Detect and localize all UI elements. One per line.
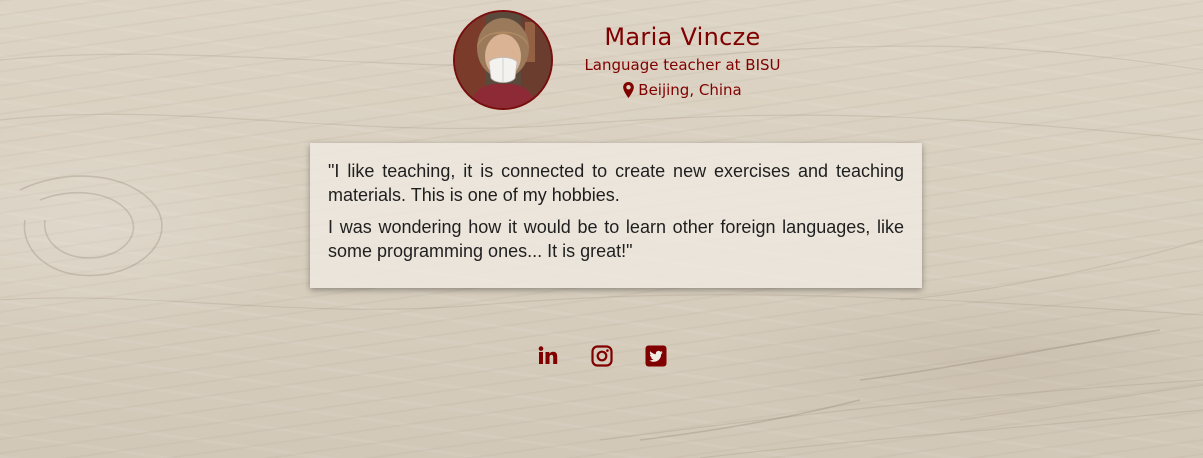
linkedin-icon [538,346,557,364]
instagram-link[interactable] [590,345,613,367]
instagram-icon [590,345,613,367]
profile-location: Beijing, China [560,79,805,101]
map-pin-icon [623,82,635,98]
profile-identity: Maria Vincze Language teacher at BISU Be… [560,22,805,101]
quote-paragraph-1: "I like teaching, it is connected to cre… [328,161,904,205]
avatar [453,10,553,110]
location-text: Beijing, China [638,81,742,99]
profile-role: Language teacher at BISU [584,56,781,74]
twitter-icon [645,345,666,367]
profile-name: Maria Vincze [604,23,761,51]
quote-paragraph-2: I was wondering how it would be to learn… [328,217,904,261]
twitter-link[interactable] [645,345,667,367]
profile-header: Maria Vincze Language teacher at BISU Be… [0,0,1203,120]
quote-card: "I like teaching, it is connected to cre… [310,143,922,288]
linkedin-link[interactable] [537,345,559,367]
avatar-photo [455,12,551,108]
social-links [0,345,1203,367]
